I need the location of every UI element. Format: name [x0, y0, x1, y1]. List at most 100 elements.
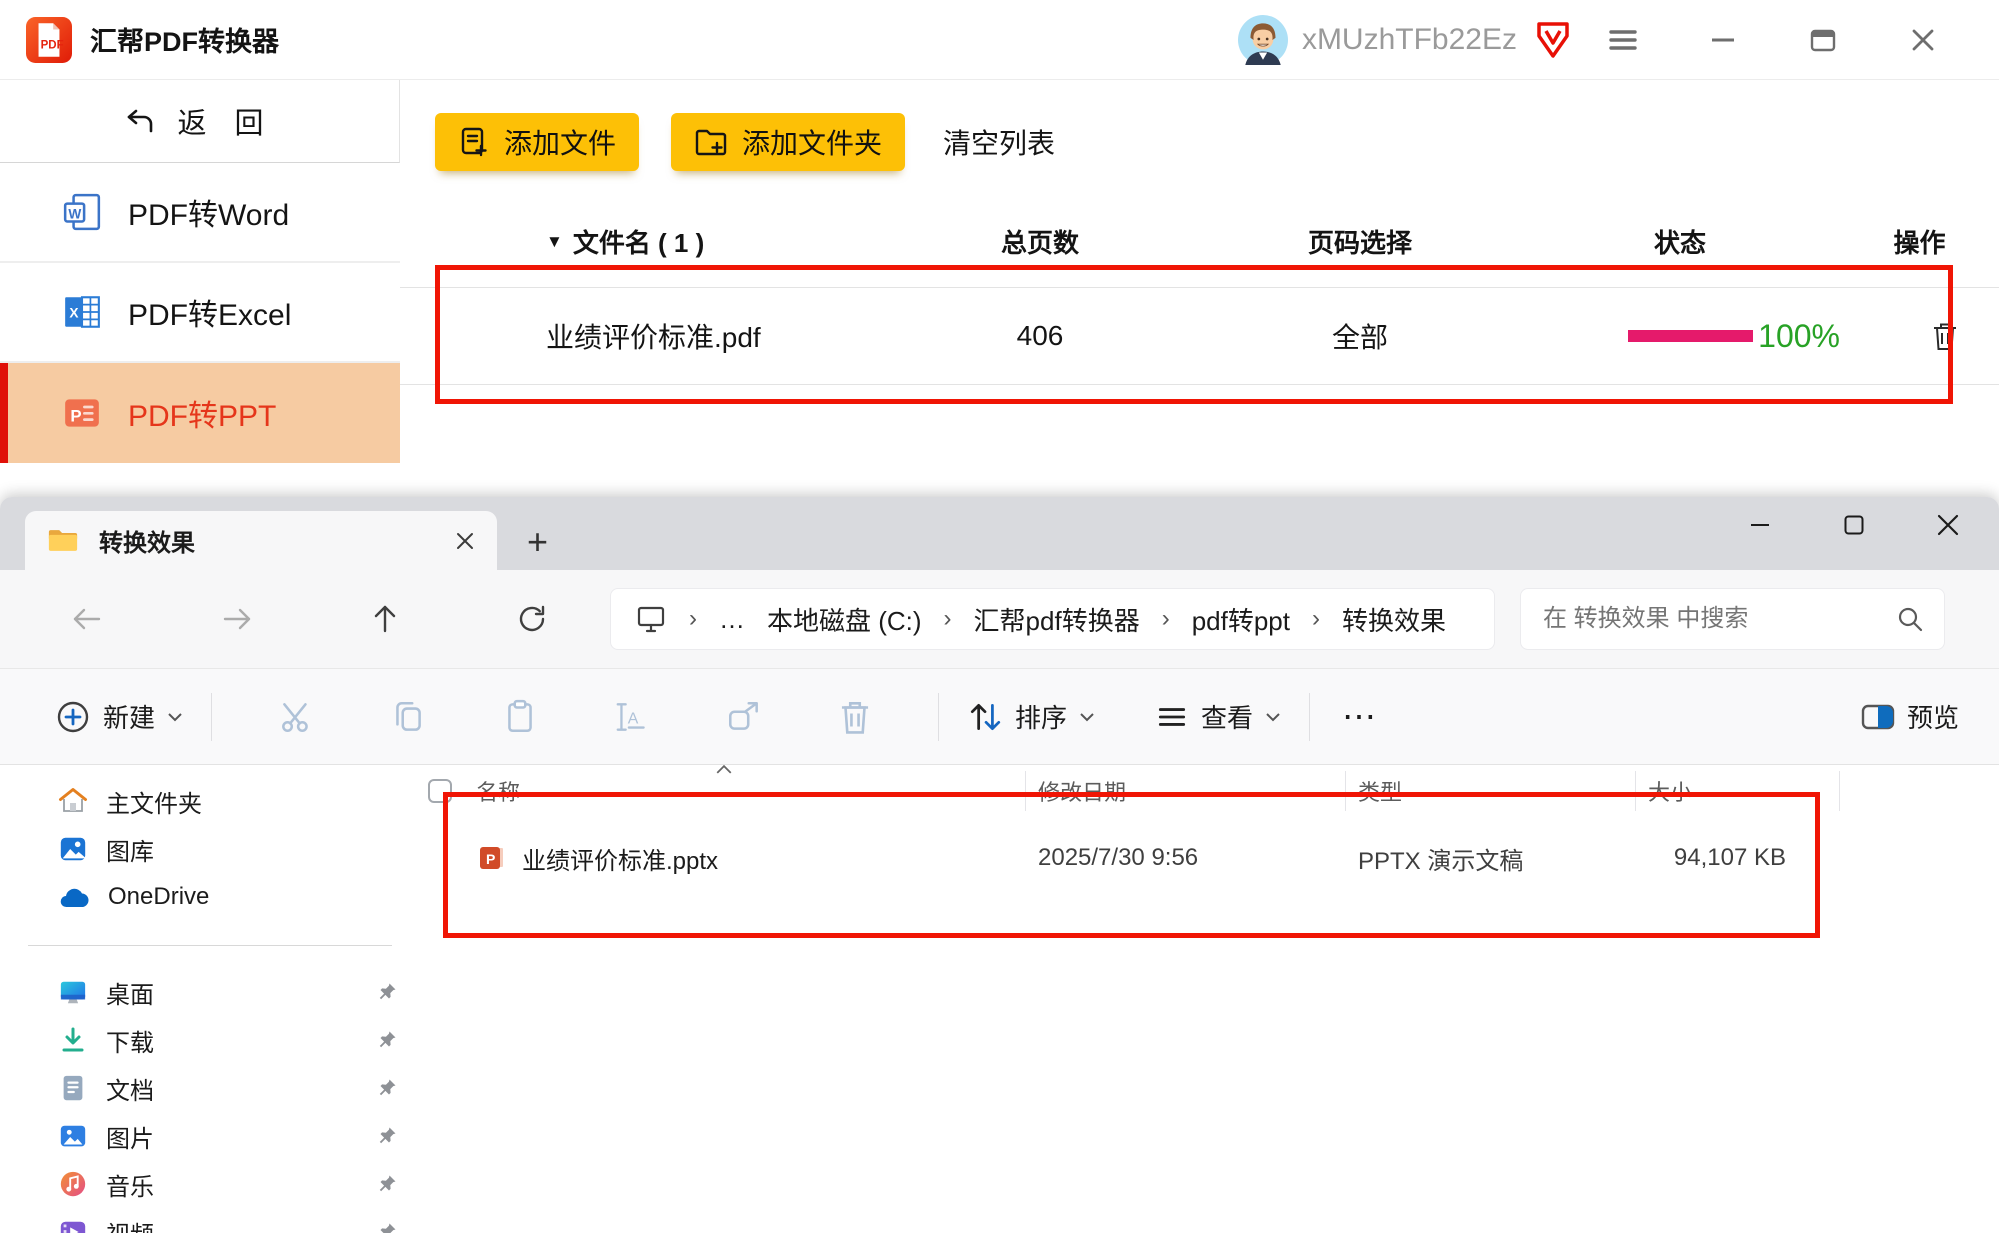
- column-type[interactable]: 类型: [1346, 771, 1636, 811]
- breadcrumb-item-result[interactable]: 转换效果: [1342, 601, 1446, 638]
- column-size[interactable]: 大小: [1636, 771, 1840, 811]
- chevron-down-icon: [1265, 712, 1281, 722]
- sidebar-item-label: PDF转PPT: [128, 391, 276, 435]
- onedrive-icon: [58, 885, 90, 909]
- ppt-icon: P: [62, 393, 102, 433]
- toolbar-divider: [1309, 693, 1310, 741]
- back-button[interactable]: 返 回: [0, 80, 400, 163]
- pin-icon: [376, 1125, 398, 1147]
- up-nav-icon[interactable]: [370, 603, 400, 635]
- chevron-down-icon: [167, 712, 183, 722]
- add-folder-button[interactable]: 添加文件夹: [671, 113, 905, 171]
- avatar[interactable]: [1238, 15, 1288, 65]
- view-icon: [1155, 700, 1189, 734]
- app-body: 返 回 W PDF转Word X PDF转Excel P: [0, 80, 1999, 497]
- add-folder-icon: [694, 126, 728, 158]
- sidebar-item-pdf-to-ppt[interactable]: P PDF转PPT: [0, 363, 400, 463]
- new-button[interactable]: 新建: [55, 698, 183, 735]
- view-button[interactable]: 查看: [1155, 698, 1281, 735]
- search-box[interactable]: [1520, 588, 1945, 650]
- explorer-maximize-button[interactable]: [1807, 497, 1901, 553]
- sidebar-item-label: PDF转Word: [128, 190, 289, 234]
- sidebar-item-label: PDF转Excel: [128, 290, 291, 334]
- folder-icon: [47, 527, 79, 554]
- explorer-sidebar: 主文件夹 图库 OneDrive: [0, 765, 420, 1233]
- preview-button[interactable]: 预览: [1861, 698, 1959, 735]
- sidebar-item-pictures[interactable]: 图片: [0, 1112, 420, 1160]
- copy-icon[interactable]: [389, 698, 427, 736]
- sort-descending-icon: ▼: [546, 233, 563, 250]
- select-all-checkbox[interactable]: [428, 779, 452, 803]
- breadcrumb-ellipsis[interactable]: …: [719, 604, 745, 635]
- gallery-icon: [58, 834, 88, 864]
- app-maximize-button[interactable]: [1773, 26, 1873, 54]
- sidebar-item-gallery[interactable]: 图库: [0, 825, 420, 873]
- cut-icon[interactable]: [277, 698, 315, 736]
- file-cell-size: 94,107 KB: [1636, 844, 1840, 872]
- breadcrumb-item-pdf2ppt[interactable]: pdf转ppt: [1192, 601, 1290, 638]
- this-pc-icon[interactable]: [635, 604, 667, 634]
- delete-file-icon[interactable]: [1930, 320, 1960, 352]
- app-close-button[interactable]: [1873, 28, 1973, 52]
- file-row[interactable]: P 业绩评价标准.pptx 2025/7/30 9:56 PPTX 演示文稿 9…: [420, 817, 1999, 899]
- sidebar-item-pdf-to-word[interactable]: W PDF转Word: [0, 163, 400, 263]
- paste-icon[interactable]: [501, 698, 539, 736]
- back-arrow-icon: [125, 107, 155, 135]
- column-filename[interactable]: ▼ 文件名 ( 1 ): [400, 223, 880, 260]
- screen: PDF 汇帮PDF转换器 xMUzhTFb22Ez: [0, 0, 1999, 1233]
- forward-nav-icon[interactable]: [220, 604, 254, 634]
- sidebar-item-videos[interactable]: 视频: [0, 1208, 420, 1233]
- preview-label: 预览: [1907, 698, 1959, 735]
- sidebar-item-onedrive[interactable]: OneDrive: [0, 873, 420, 921]
- file-cell-name: P 业绩评价标准.pptx: [420, 841, 1026, 876]
- column-name[interactable]: 名称: [420, 771, 1026, 811]
- explorer-close-button[interactable]: [1901, 497, 1995, 553]
- preview-pane-icon: [1861, 704, 1895, 730]
- search-input[interactable]: [1541, 604, 1896, 634]
- new-label: 新建: [103, 698, 155, 735]
- delete-icon[interactable]: [837, 698, 873, 736]
- sort-button[interactable]: 排序: [967, 698, 1095, 735]
- more-options-button[interactable]: ⋯: [1342, 697, 1376, 737]
- explorer-window-controls: [1713, 497, 1995, 553]
- breadcrumb-item-app-folder[interactable]: 汇帮pdf转换器: [974, 601, 1140, 638]
- breadcrumb-separator: ›: [944, 605, 952, 633]
- sidebar-item-documents[interactable]: 文档: [0, 1064, 420, 1112]
- new-tab-button[interactable]: +: [527, 524, 548, 560]
- refresh-icon[interactable]: [516, 603, 548, 635]
- app-identity: PDF 汇帮PDF转换器: [26, 17, 279, 63]
- explorer-addressbar: › … 本地磁盘 (C:) › 汇帮pdf转换器 › pdf转ppt › 转换效…: [0, 570, 1999, 668]
- document-icon: [58, 1073, 88, 1103]
- tab-close-icon[interactable]: [455, 531, 475, 551]
- pin-icon: [376, 1077, 398, 1099]
- explorer-file-list: 名称 修改日期 类型 大小 P 业绩评价标准.ppt: [420, 765, 1999, 1233]
- sidebar-divider: [28, 945, 392, 946]
- sidebar-item-pdf-to-excel[interactable]: X PDF转Excel: [0, 263, 400, 363]
- share-icon[interactable]: [725, 698, 763, 736]
- breadcrumb-item-drive[interactable]: 本地磁盘 (C:): [767, 601, 922, 638]
- svg-text:P: P: [70, 406, 81, 425]
- file-page-select[interactable]: 全部: [1200, 316, 1520, 356]
- pin-icon: [376, 1029, 398, 1051]
- app-minimize-button[interactable]: [1673, 27, 1773, 53]
- add-file-button[interactable]: 添加文件: [435, 113, 639, 171]
- explorer-minimize-button[interactable]: [1713, 497, 1807, 553]
- pdf-app-logo-icon: PDF: [26, 17, 72, 63]
- column-total-pages: 总页数: [880, 223, 1200, 260]
- menu-icon[interactable]: [1573, 29, 1673, 51]
- pin-icon: [376, 981, 398, 1003]
- file-table-row[interactable]: 业绩评价标准.pdf 406 全部 100%: [400, 287, 1999, 385]
- back-nav-icon[interactable]: [70, 604, 104, 634]
- sidebar-item-music[interactable]: 音乐: [0, 1160, 420, 1208]
- rename-icon[interactable]: A: [613, 698, 651, 736]
- column-date-modified[interactable]: 修改日期: [1026, 771, 1346, 811]
- sidebar-item-home[interactable]: 主文件夹: [0, 777, 420, 825]
- explorer-tabbar: 转换效果 +: [0, 497, 1999, 570]
- vip-badge-icon[interactable]: [1533, 20, 1573, 60]
- sidebar-item-downloads[interactable]: 下载: [0, 1016, 420, 1064]
- svg-text:W: W: [68, 206, 81, 221]
- sidebar-item-desktop[interactable]: 桌面: [0, 968, 420, 1016]
- explorer-tab[interactable]: 转换效果: [25, 511, 497, 570]
- clear-list-button[interactable]: 清空列表: [943, 122, 1055, 162]
- back-label: 返 回: [177, 100, 273, 142]
